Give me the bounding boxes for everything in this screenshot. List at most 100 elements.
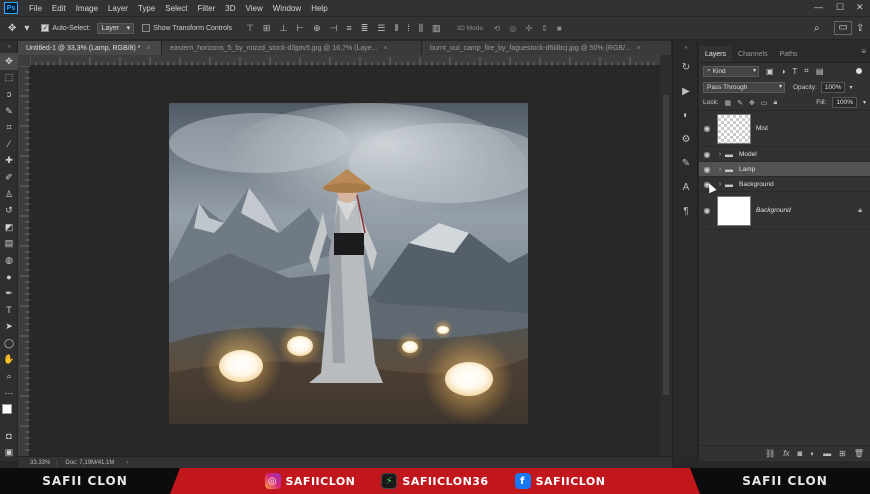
3d-scale-icon[interactable]: ■ (557, 24, 562, 33)
dodge-tool[interactable]: ● (0, 269, 18, 286)
vertical-scrollbar[interactable] (660, 55, 672, 456)
share-icon[interactable]: ⇪ (856, 23, 864, 34)
panel-menu-icon[interactable]: ≡ (861, 47, 870, 56)
new-layer-icon[interactable]: ⊞ (839, 449, 846, 458)
menu-file[interactable]: File (24, 4, 47, 13)
menu-3d[interactable]: 3D (220, 4, 240, 13)
distribute-left-icon[interactable]: ⦀ (394, 23, 398, 34)
clone-stamp-tool[interactable]: ♙ (0, 186, 18, 203)
align-top-icon[interactable]: ⊤ (246, 23, 254, 34)
move-tool-icon[interactable]: ✥ (8, 23, 16, 34)
healing-brush-tool[interactable]: ✚ (0, 153, 18, 170)
filter-toggle-icon[interactable] (856, 68, 862, 74)
properties-icon[interactable]: ⚙ (673, 127, 699, 151)
layer-row-background[interactable]: ◉ Background 🔒︎ (699, 192, 870, 230)
minimize-button[interactable]: — (814, 2, 823, 12)
shape-tool[interactable]: ◯ (0, 335, 18, 352)
path-select-tool[interactable]: ➤ (0, 319, 18, 336)
eyedropper-tool[interactable]: ⁄ (0, 136, 18, 153)
pixel-filter-icon[interactable]: ▣ (766, 67, 774, 76)
menu-layer[interactable]: Layer (103, 4, 133, 13)
tab-paths[interactable]: Paths (774, 46, 804, 62)
filter-kind-select[interactable]: ⌕ Kind (703, 65, 759, 77)
hand-tool[interactable]: ✋ (0, 352, 18, 369)
show-transform-checkbox[interactable] (142, 24, 151, 32)
history-brush-tool[interactable]: ↺ (0, 202, 18, 219)
crop-tool[interactable]: ⌗ (0, 119, 18, 136)
menu-help[interactable]: Help (306, 4, 332, 13)
menu-type[interactable]: Type (133, 4, 160, 13)
document-canvas[interactable] (169, 103, 528, 424)
search-icon[interactable]: ⌕ (814, 23, 820, 34)
layer-row-mist[interactable]: ◉ Mist (699, 111, 870, 147)
tab-layers[interactable]: Layers (699, 46, 733, 62)
adjustment-filter-icon[interactable]: ◑ (781, 67, 786, 76)
menu-view[interactable]: View (241, 4, 268, 13)
play-action-icon[interactable]: ▶ (673, 79, 699, 103)
character-icon[interactable]: A (673, 175, 699, 199)
layer-style-icon[interactable]: fx (783, 449, 789, 458)
auto-select-checkbox[interactable]: ✓ (41, 24, 50, 32)
adjustment-layer-icon[interactable]: ◐ (810, 449, 815, 458)
quick-select-tool[interactable]: ✎ (0, 103, 18, 120)
menu-filter[interactable]: Filter (193, 4, 221, 13)
align-center-icon[interactable]: ⊕ (313, 23, 321, 34)
scrollbar-thumb[interactable] (663, 95, 669, 395)
menu-edit[interactable]: Edit (47, 4, 71, 13)
move-tool[interactable]: ✥ (0, 53, 18, 70)
opacity-input[interactable]: 100% (820, 81, 846, 93)
link-layers-icon[interactable]: ⛓ (765, 449, 775, 458)
toolbar-grip[interactable]: » (0, 41, 18, 53)
blend-mode-select[interactable]: Pass Through (703, 81, 785, 93)
screen-mode-tool[interactable]: ▣ (0, 444, 18, 461)
horizontal-ruler[interactable] (29, 55, 660, 66)
gradient-tool[interactable]: ▤ (0, 236, 18, 253)
layer-name[interactable]: Lamp (739, 166, 755, 173)
brush-settings-icon[interactable]: ✎ (673, 151, 699, 175)
layer-row-background-group[interactable]: ◉ › ▬ Background (699, 177, 870, 192)
adjustments-icon[interactable]: ◐ (673, 103, 699, 127)
add-mask-icon[interactable]: ◙ (797, 449, 802, 458)
eraser-tool[interactable]: ◩ (0, 219, 18, 236)
close-icon[interactable]: × (147, 45, 151, 52)
lock-pixels-icon[interactable]: ✎ (737, 99, 743, 107)
delete-layer-icon[interactable]: 🗑︎ (854, 449, 864, 458)
shape-filter-icon[interactable]: ⌗ (804, 66, 809, 76)
quick-mask-tool[interactable]: ◘ (0, 427, 18, 444)
auto-select-dropdown[interactable]: Layer (96, 22, 135, 34)
lock-transparency-icon[interactable]: ▦ (725, 99, 732, 107)
align-left-icon[interactable]: ⊢ (296, 23, 304, 34)
align-right-icon[interactable]: ⊣ (330, 23, 338, 34)
marquee-tool[interactable]: ⬚ (0, 70, 18, 87)
maximize-button[interactable]: ☐ (836, 2, 844, 13)
chevron-right-icon[interactable]: › (715, 166, 725, 173)
lasso-tool[interactable]: ↄ (0, 86, 18, 103)
auto-align-icon[interactable]: ▥ (432, 23, 441, 34)
tab-channels[interactable]: Channels (732, 46, 774, 62)
chevron-down-icon[interactable]: ▾ (863, 99, 866, 106)
smart-object-filter-icon[interactable]: ▤ (816, 67, 824, 76)
layer-name[interactable]: Background (756, 207, 791, 214)
3d-slide-icon[interactable]: ⇕ (541, 24, 548, 33)
tab-burnt-out-camp-fire[interactable]: burnt_out_camp_fire_by_faguestock-d6klbc… (422, 41, 672, 55)
vertical-ruler[interactable] (18, 65, 30, 456)
distribute-middle-icon[interactable]: ≣ (361, 23, 369, 34)
type-filter-icon[interactable]: T (792, 67, 797, 76)
eye-icon[interactable]: ◉ (699, 165, 715, 174)
eye-icon[interactable]: ◉ (699, 206, 715, 215)
new-group-icon[interactable]: ▬ (823, 449, 831, 458)
chevron-down-icon[interactable]: ▾ (849, 84, 852, 91)
align-bottom-icon[interactable]: ⊥ (279, 23, 287, 34)
close-icon[interactable]: × (384, 45, 388, 52)
menu-select[interactable]: Select (160, 4, 192, 13)
zoom-tool[interactable]: ⌕ (0, 368, 18, 385)
chevron-right-icon[interactable]: › (715, 151, 725, 158)
chevron-down-icon[interactable]: ▾ (24, 23, 29, 34)
close-icon[interactable]: × (637, 45, 641, 52)
chevron-right-icon[interactable]: › (715, 181, 725, 188)
distribute-top-icon[interactable]: ≡ (347, 23, 352, 34)
distribute-right-icon[interactable]: ⫼ (419, 23, 423, 34)
panel-collapse-icon[interactable]: « (673, 41, 699, 55)
more-tools[interactable]: ⋯ (0, 385, 18, 402)
close-button[interactable]: ✕ (856, 2, 864, 13)
